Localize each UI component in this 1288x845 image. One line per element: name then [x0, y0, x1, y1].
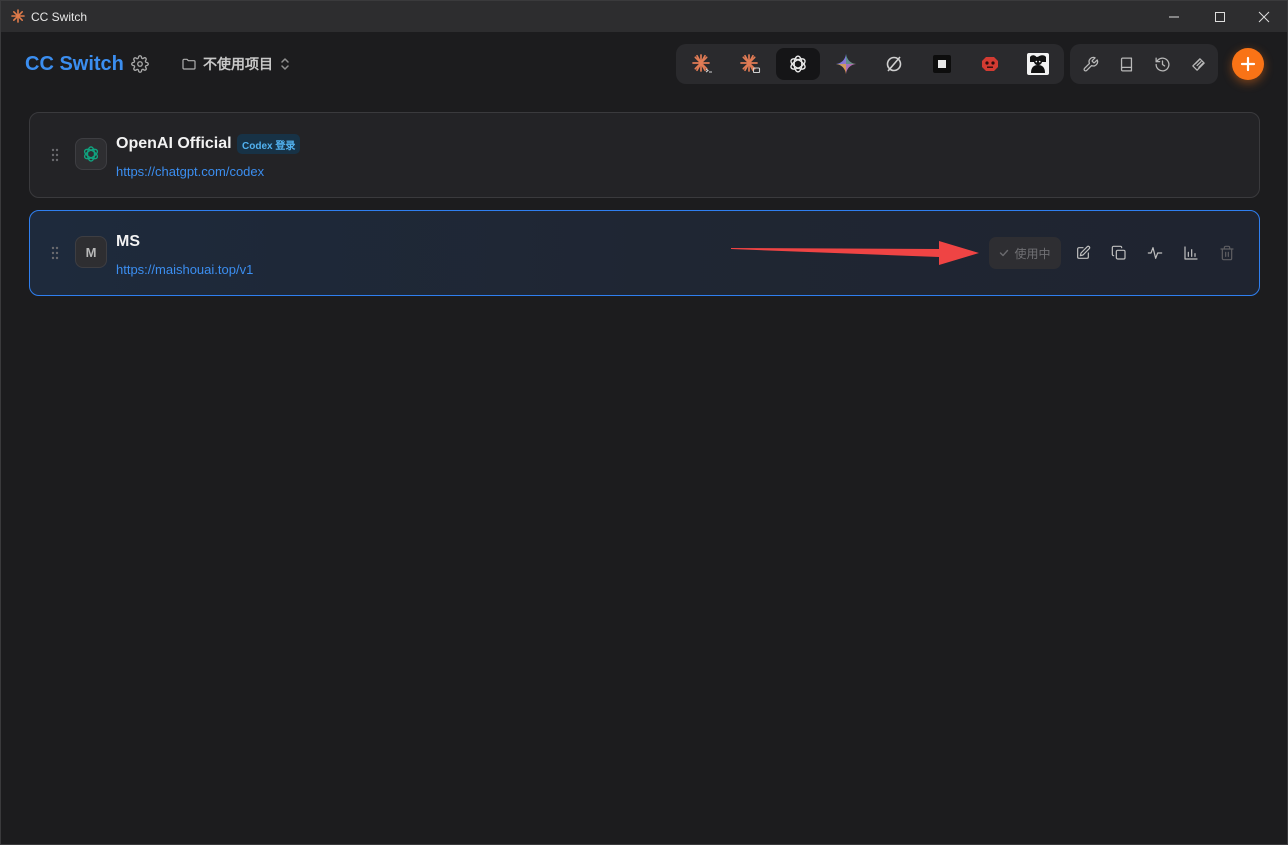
- window-title: CC Switch: [31, 10, 88, 24]
- add-provider-button[interactable]: [1232, 48, 1264, 80]
- app-logo-icon: [11, 9, 25, 23]
- chevron-up-down-icon: [281, 58, 289, 70]
- openai-logo-avatar: [75, 138, 107, 170]
- drag-handle-icon[interactable]: [50, 246, 60, 260]
- gear-icon[interactable]: [131, 55, 149, 73]
- brand-title: CC Switch: [25, 53, 124, 75]
- app-switcher: [676, 44, 1064, 84]
- tool-bar: [1070, 44, 1218, 84]
- edit-icon[interactable]: [1074, 244, 1092, 262]
- robot-icon[interactable]: [968, 48, 1012, 80]
- bar-chart-icon[interactable]: [1182, 244, 1200, 262]
- openai-codex-icon[interactable]: [776, 48, 820, 80]
- annotation-arrow: [731, 241, 979, 265]
- provider-avatar: M: [75, 236, 107, 268]
- drag-handle-icon[interactable]: [50, 148, 60, 162]
- portrait-icon[interactable]: [1016, 48, 1060, 80]
- project-selector[interactable]: 不使用项目: [181, 53, 291, 75]
- folder-icon: [182, 58, 196, 70]
- plus-icon: [1240, 56, 1256, 72]
- in-use-label: 使用中: [1014, 246, 1051, 261]
- trash-icon[interactable]: [1218, 244, 1236, 262]
- provider-card-ms[interactable]: M MS https://maishouai.top/v1 使用中: [29, 210, 1260, 296]
- opencode-icon[interactable]: [872, 48, 916, 80]
- wrench-icon[interactable]: [1080, 54, 1100, 74]
- claude-desktop-icon[interactable]: [728, 48, 772, 80]
- check-icon: [1000, 249, 1009, 257]
- codex-login-badge: Codex 登录: [237, 134, 301, 154]
- pulse-icon[interactable]: [1146, 244, 1164, 262]
- provider-name: MS: [116, 233, 140, 250]
- in-use-button[interactable]: 使用中: [989, 237, 1061, 269]
- layers-icon[interactable]: [1188, 54, 1208, 74]
- gemini-icon[interactable]: [824, 48, 868, 80]
- minimize-icon[interactable]: [1151, 1, 1197, 32]
- provider-name: OpenAI Official: [116, 135, 232, 152]
- app-window: CC Switch CC Switch 不使用项目 OpenAI Officia…: [0, 0, 1288, 845]
- close-icon[interactable]: [1241, 1, 1287, 32]
- project-selector-label: 不使用项目: [203, 56, 273, 72]
- maximize-icon[interactable]: [1197, 1, 1243, 32]
- square-icon[interactable]: [920, 48, 964, 80]
- book-icon[interactable]: [1116, 54, 1136, 74]
- provider-url-link[interactable]: https://chatgpt.com/codex: [116, 164, 264, 179]
- provider-card-openai[interactable]: OpenAI Official Codex 登录 https://chatgpt…: [29, 112, 1260, 198]
- duplicate-icon[interactable]: [1110, 244, 1128, 262]
- title-bar: CC Switch: [1, 1, 1287, 32]
- history-icon[interactable]: [1152, 54, 1172, 74]
- claude-code-icon[interactable]: [680, 48, 724, 80]
- provider-url-link[interactable]: https://maishouai.top/v1: [116, 262, 253, 277]
